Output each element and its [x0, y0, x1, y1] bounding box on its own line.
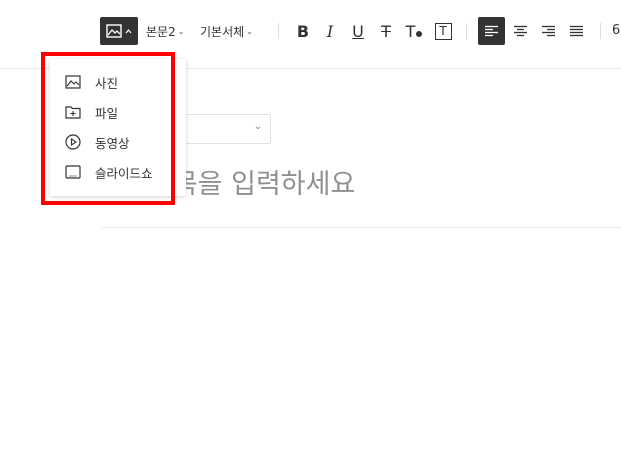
menu-item-label: 파일 — [95, 106, 119, 121]
text-background-icon: T — [434, 22, 452, 40]
underline-icon: U — [352, 21, 364, 41]
toolbar-divider — [278, 23, 279, 39]
font-size-value[interactable]: 6 — [612, 23, 620, 38]
menu-item-label: 사진 — [95, 76, 119, 91]
align-center-icon — [513, 25, 527, 36]
text-color-icon: T — [406, 22, 423, 41]
category-select[interactable]: ⌄ — [175, 114, 271, 144]
font-family-value: 기본서체 — [200, 25, 245, 39]
paragraph-style-select[interactable]: 본문2 ⌄ — [146, 23, 184, 40]
insert-media-menu: 사진 파일 동영상 슬라이드쇼 — [50, 59, 186, 196]
toolbar-divider — [466, 23, 467, 39]
strikethrough-icon: T — [381, 21, 391, 41]
slideshow-icon — [65, 165, 81, 179]
bold-button[interactable]: B — [291, 19, 315, 43]
chevron-down-icon: ⌄ — [253, 121, 262, 132]
photo-icon — [65, 75, 81, 89]
menu-item-label: 슬라이드쇼 — [95, 166, 153, 181]
font-family-select[interactable]: 기본서체 ⌄ — [200, 23, 253, 40]
video-play-icon — [65, 134, 81, 150]
text-background-button[interactable]: T — [431, 19, 455, 43]
align-center-button[interactable] — [508, 19, 532, 43]
italic-button[interactable]: I — [318, 19, 342, 43]
align-left-button[interactable] — [478, 17, 505, 45]
italic-icon: I — [326, 21, 334, 41]
menu-item-photo[interactable]: 사진 — [50, 67, 186, 95]
menu-item-file[interactable]: 파일 — [50, 97, 186, 125]
insert-media-button[interactable] — [100, 17, 138, 45]
menu-item-slideshow[interactable]: 슬라이드쇼 — [50, 157, 186, 185]
title-divider — [102, 227, 621, 228]
menu-item-label: 동영상 — [95, 136, 130, 151]
align-left-icon — [485, 25, 498, 36]
chevron-down-icon: ⌄ — [177, 27, 185, 36]
bold-icon: B — [296, 21, 310, 41]
underline-button[interactable]: U — [346, 19, 370, 43]
chevron-down-icon: ⌄ — [246, 27, 253, 36]
align-justify-icon — [569, 25, 583, 36]
toolbar-divider — [600, 23, 601, 39]
align-justify-button[interactable] — [564, 19, 588, 43]
image-icon — [106, 24, 122, 38]
chevron-up-icon — [125, 28, 132, 33]
file-add-icon — [65, 106, 81, 119]
align-right-icon — [541, 25, 555, 36]
menu-item-video[interactable]: 동영상 — [50, 127, 186, 155]
text-color-button[interactable]: T — [402, 19, 426, 43]
align-right-button[interactable] — [536, 19, 560, 43]
paragraph-style-value: 본문2 — [146, 25, 176, 39]
strikethrough-button[interactable]: T — [374, 19, 398, 43]
